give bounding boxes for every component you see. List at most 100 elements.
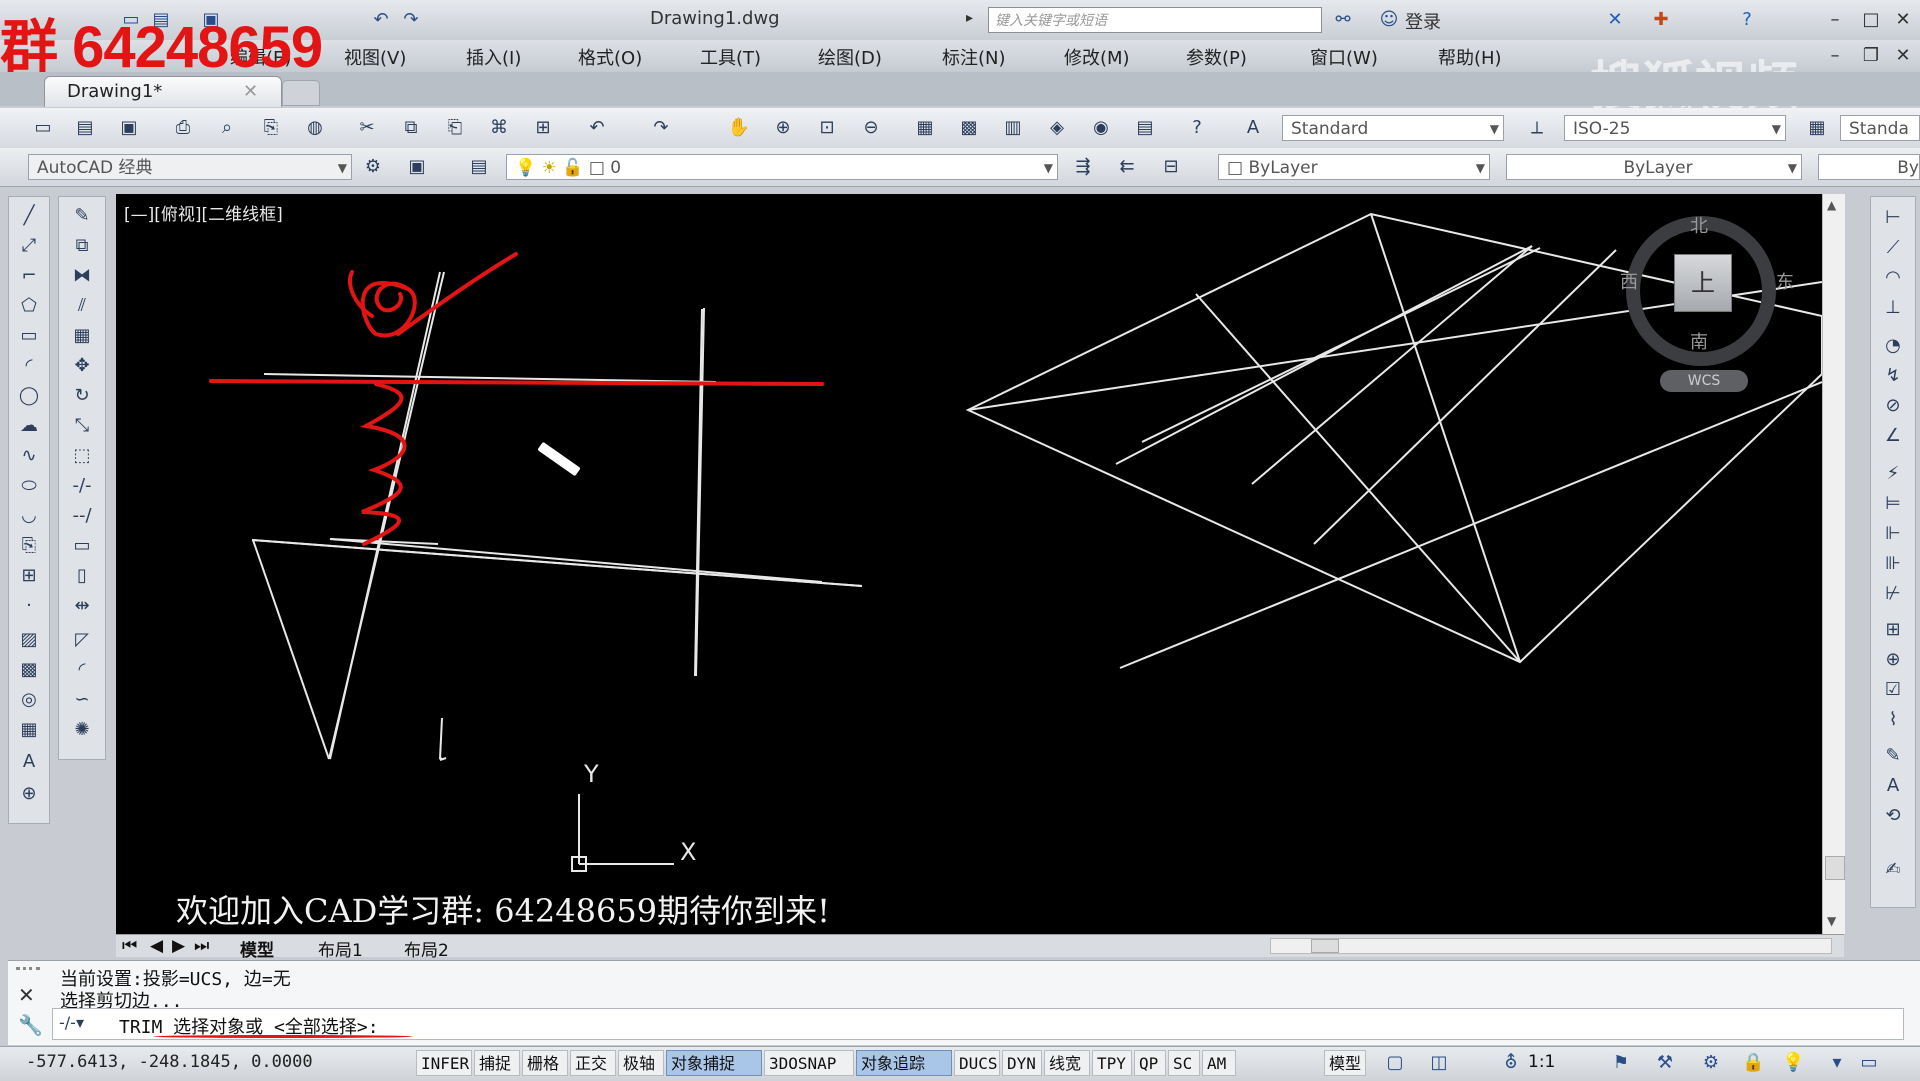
polyline-icon[interactable]: ⌐: [15, 263, 43, 289]
subscription-icon[interactable]: ✚: [1650, 9, 1672, 31]
tab-layout1[interactable]: 布局1: [318, 936, 363, 961]
cad-diag-8[interactable]: [1141, 247, 1541, 443]
menu-window[interactable]: 窗口(W): [1310, 44, 1378, 70]
status-toggle-栅格[interactable]: 栅格: [522, 1050, 568, 1076]
add-selected-icon[interactable]: ⊕: [15, 781, 43, 807]
layer-state-icon[interactable]: ⊟: [1158, 156, 1184, 178]
save-icon[interactable]: ▣: [116, 117, 142, 139]
dim-text-edit-icon[interactable]: A: [1879, 773, 1907, 799]
help-icon[interactable]: ?: [1736, 9, 1758, 31]
table-style-icon[interactable]: ▦: [1804, 117, 1830, 139]
color-select[interactable]: □ ByLayer ▼: [1218, 154, 1490, 180]
zoom-window-icon[interactable]: ⊡: [814, 117, 840, 139]
paste-icon[interactable]: ⎗: [442, 117, 468, 139]
cad-diag-3[interactable]: [1195, 293, 1521, 663]
revision-cloud-icon[interactable]: ☁: [15, 413, 43, 439]
3d-dwf-icon[interactable]: ◍: [302, 117, 328, 139]
cad-line[interactable]: [439, 717, 443, 760]
plot-preview-icon[interactable]: ⌕: [214, 117, 240, 139]
move-icon[interactable]: ✥: [68, 353, 96, 379]
dim-style-icon[interactable]: ⟂: [1524, 117, 1550, 139]
join-icon[interactable]: ⇹: [68, 593, 96, 619]
toolbar-lock-icon[interactable]: 🔒: [1742, 1052, 1764, 1074]
new-icon[interactable]: ▭: [30, 117, 56, 139]
hatch-icon[interactable]: ▨: [15, 627, 43, 653]
table-icon[interactable]: ▦: [15, 717, 43, 743]
plot-icon[interactable]: ⎙: [170, 117, 196, 139]
next-layout-icon[interactable]: ▶: [172, 936, 185, 956]
model-button[interactable]: 模型: [1324, 1050, 1367, 1076]
cad-diag-5[interactable]: [1313, 249, 1617, 545]
region-icon[interactable]: ◎: [15, 687, 43, 713]
make-current-layer-icon[interactable]: ⇶: [1070, 156, 1096, 178]
explode-icon[interactable]: ✺: [68, 717, 96, 743]
wcs-menu[interactable]: WCS: [1660, 370, 1748, 392]
drawing-viewport[interactable]: [116, 194, 1822, 934]
menu-draw[interactable]: 绘图(D): [818, 44, 882, 70]
publish-icon[interactable]: ⎘: [258, 117, 284, 139]
search-expand-icon[interactable]: ▸: [966, 10, 973, 26]
pan-icon[interactable]: ✋: [726, 117, 752, 139]
compass-west[interactable]: 西: [1620, 268, 1638, 294]
match-properties-icon[interactable]: ⌘: [486, 117, 512, 139]
table-style-select[interactable]: Standa: [1840, 115, 1920, 141]
first-layout-icon[interactable]: ⏮: [122, 936, 137, 956]
menu-insert[interactable]: 插入(I): [466, 44, 521, 70]
cad-diag-7[interactable]: [1115, 245, 1533, 465]
tab-model[interactable]: 模型: [240, 936, 274, 961]
zoom-previous-icon[interactable]: ⊖: [858, 117, 884, 139]
ellipse-icon[interactable]: ⬭: [15, 473, 43, 499]
undo-icon[interactable]: ↶: [370, 9, 392, 31]
tab-drawing1[interactable]: Drawing1* ✕: [44, 76, 282, 107]
line-icon[interactable]: ╱: [15, 203, 43, 229]
scroll-up-icon[interactable]: ▲: [1827, 198, 1836, 212]
status-toggle-捕捉[interactable]: 捕捉: [474, 1050, 520, 1076]
extend-icon[interactable]: --/: [68, 503, 96, 529]
minimize-icon[interactable]: –: [1824, 9, 1846, 31]
annotation-scale-value[interactable]: 1:1: [1528, 1052, 1555, 1072]
text-style-icon[interactable]: A: [1240, 117, 1266, 139]
status-toggle-sc[interactable]: SC: [1168, 1050, 1200, 1076]
insert-block-icon[interactable]: ⎘: [15, 533, 43, 559]
ellipse-arc-icon[interactable]: ◡: [15, 503, 43, 529]
angular-dim-icon[interactable]: ∠: [1879, 423, 1907, 449]
binoculars-icon[interactable]: ⚯: [1332, 9, 1354, 31]
doc-minimize-icon[interactable]: –: [1824, 45, 1846, 67]
baseline-dim-icon[interactable]: ⊨: [1879, 491, 1907, 517]
status-toggle-tpy[interactable]: TPY: [1092, 1050, 1132, 1076]
redo-icon[interactable]: ↷: [648, 117, 674, 139]
erase-icon[interactable]: ✎: [68, 203, 96, 229]
dim-update-icon[interactable]: ⟲: [1879, 803, 1907, 829]
text-style-select[interactable]: Standard ▼: [1282, 115, 1504, 141]
status-toggle-对象捕捉[interactable]: 对象捕捉: [666, 1050, 762, 1076]
ordinate-dim-icon[interactable]: ⊥: [1879, 295, 1907, 321]
cad-diag-4[interactable]: [1251, 245, 1533, 485]
status-toggle-对象追踪[interactable]: 对象追踪: [856, 1050, 952, 1076]
gradient-icon[interactable]: ▩: [15, 657, 43, 683]
multiline-text-icon[interactable]: A: [15, 749, 43, 775]
quick-view-drawings-icon[interactable]: ◫: [1428, 1052, 1450, 1074]
status-toggle-am[interactable]: AM: [1202, 1050, 1236, 1076]
cad-diag-6[interactable]: [1119, 381, 1822, 669]
command-input[interactable]: -/-▾ TRIM 选择对象或 <全部选择>:: [52, 1008, 1904, 1040]
grip-icon[interactable]: [16, 967, 40, 980]
login-link[interactable]: 登录: [1405, 8, 1441, 34]
make-block-icon[interactable]: ⊞: [15, 563, 43, 589]
zoom-realtime-icon[interactable]: ⊕: [770, 117, 796, 139]
dim-space-icon[interactable]: ⊪: [1879, 551, 1907, 577]
tolerance-icon[interactable]: ⊞: [1879, 617, 1907, 643]
menu-dimension[interactable]: 标注(N): [942, 44, 1006, 70]
prev-layout-icon[interactable]: ◀: [150, 936, 163, 956]
workspace-select[interactable]: AutoCAD 经典 ▼: [28, 154, 352, 180]
undo-icon[interactable]: ↶: [584, 117, 610, 139]
arc-icon[interactable]: ◜: [15, 353, 43, 379]
status-toggle-线宽[interactable]: 线宽: [1044, 1050, 1090, 1076]
close-icon[interactable]: ✕: [1892, 9, 1914, 31]
hscroll-thumb[interactable]: [1311, 939, 1339, 953]
annotation-visibility-icon[interactable]: ⚑: [1610, 1052, 1632, 1074]
tool-palettes-icon[interactable]: ▥: [1000, 117, 1026, 139]
compass-south[interactable]: 南: [1690, 328, 1708, 354]
break-icon[interactable]: ▯: [68, 563, 96, 589]
blend-curves-icon[interactable]: ∽: [68, 687, 96, 713]
dim-break-icon[interactable]: ⊬: [1879, 581, 1907, 607]
